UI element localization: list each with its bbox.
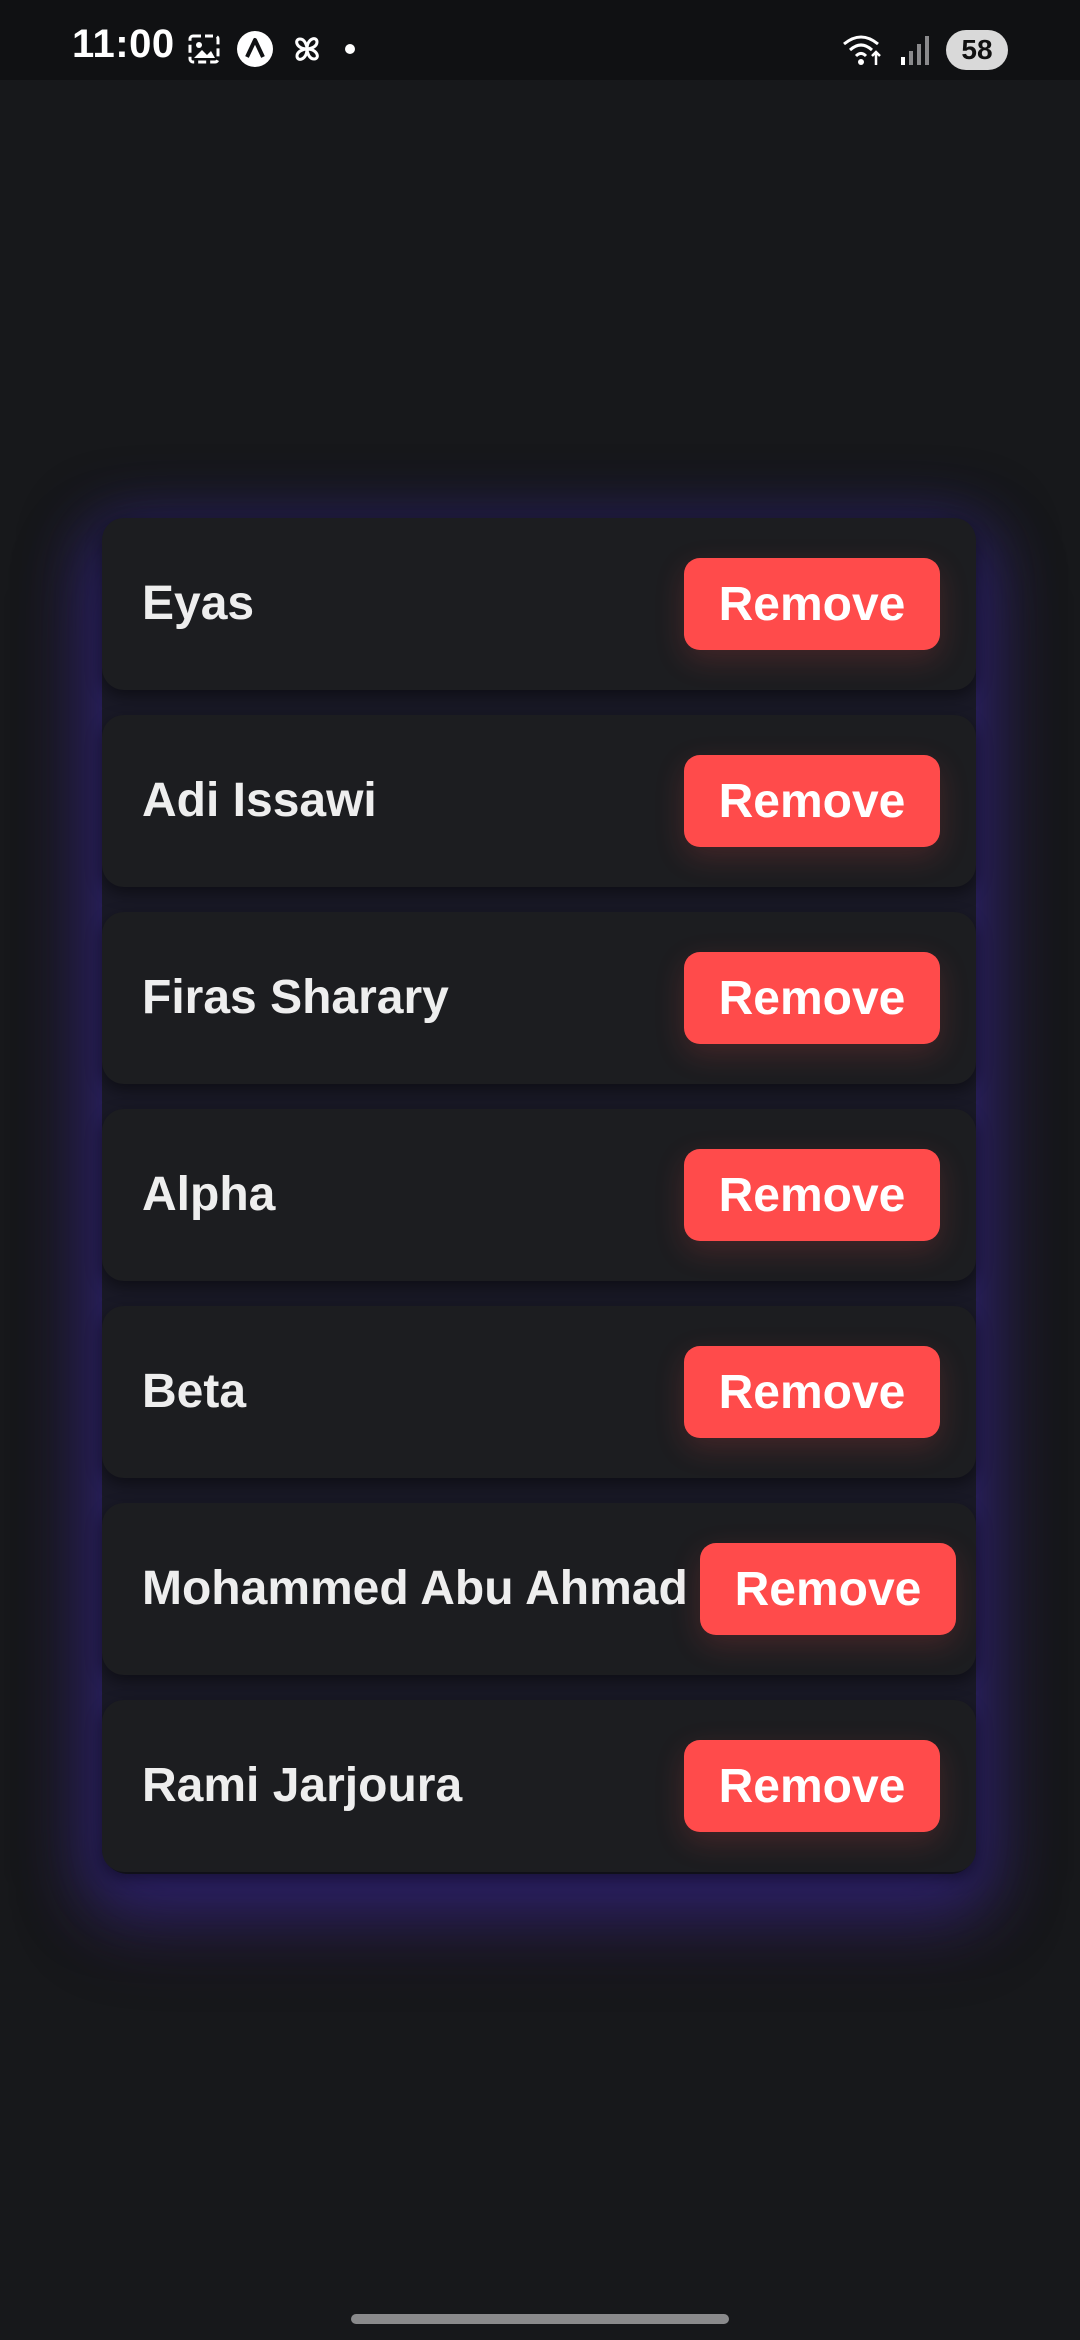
list-item: Rami Jarjoura Remove (102, 1700, 976, 1872)
app-a-icon (236, 30, 274, 68)
person-name: Mohammed Abu Ahmad (142, 1562, 688, 1615)
signal-icon (898, 33, 932, 67)
remove-button[interactable]: Remove (684, 1346, 940, 1438)
screenshot-icon (186, 31, 222, 67)
person-name: Alpha (142, 1168, 276, 1221)
status-left-icons (186, 30, 360, 68)
battery-indicator: 58 (946, 30, 1008, 70)
notification-dot-icon (340, 39, 360, 59)
remove-button[interactable]: Remove (684, 755, 940, 847)
remove-button[interactable]: Remove (684, 1149, 940, 1241)
remove-button[interactable]: Remove (684, 558, 940, 650)
list-item: Firas Sharary Remove (102, 912, 976, 1084)
people-list: Eyas Remove Adi Issawi Remove Firas Shar… (102, 518, 976, 1897)
status-time: 11:00 (72, 22, 175, 66)
remove-button[interactable]: Remove (684, 952, 940, 1044)
remove-button[interactable]: Remove (700, 1543, 956, 1635)
list-item: Beta Remove (102, 1306, 976, 1478)
list-item: Adi Issawi Remove (102, 715, 976, 887)
list-item: Mohammed Abu Ahmad Remove (102, 1503, 976, 1675)
pinwheel-icon (288, 30, 326, 68)
home-indicator[interactable] (351, 2314, 729, 2324)
list-item: Eyas Remove (102, 518, 976, 690)
person-name: Beta (142, 1365, 247, 1418)
person-name: Adi Issawi (142, 774, 377, 827)
remove-button[interactable]: Remove (684, 1740, 940, 1832)
status-bar: 11:00 58 (0, 0, 1080, 80)
wifi-icon (842, 32, 884, 68)
person-name: Eyas (142, 577, 255, 630)
list-item: Alpha Remove (102, 1109, 976, 1281)
person-name: Firas Sharary (142, 971, 449, 1024)
app-screen: 11:00 58 Eyas Remove Adi Issawi Remove F… (0, 0, 1080, 2340)
person-name: Rami Jarjoura (142, 1759, 463, 1812)
status-right-icons: 58 (842, 30, 1008, 70)
